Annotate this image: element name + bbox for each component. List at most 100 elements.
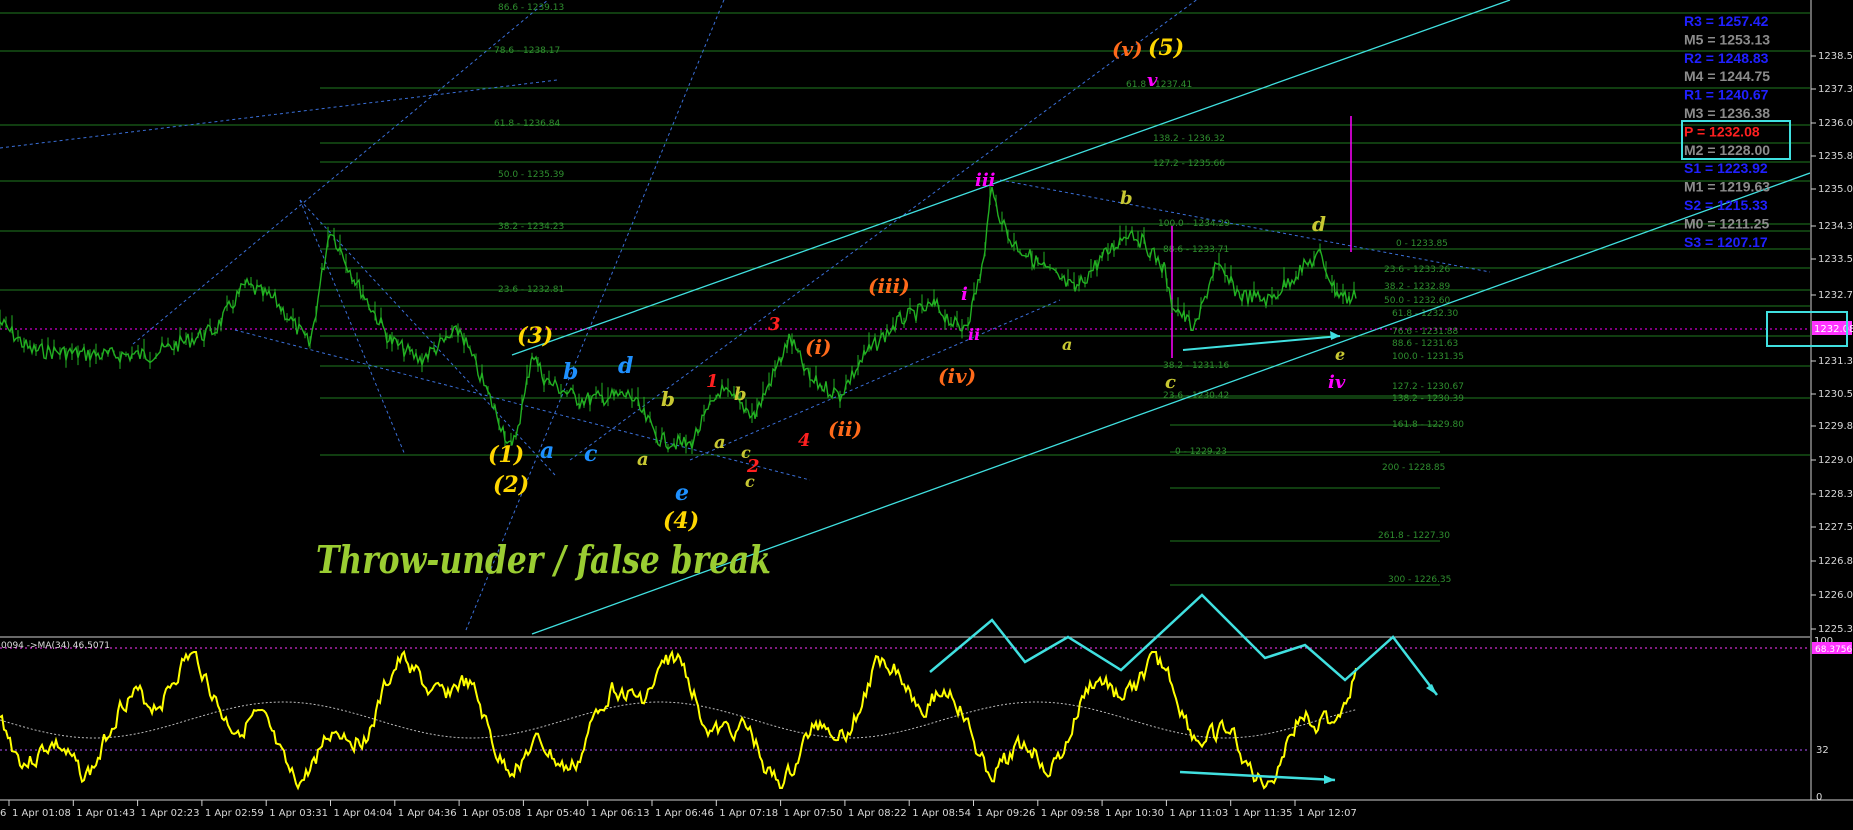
fib-label: 300 - 1226.35 [1388, 575, 1451, 585]
wave-label: a [714, 432, 726, 453]
wave-label: iii [975, 170, 996, 191]
price-tick-label: 1229.06 [1818, 455, 1853, 466]
fib-label: 0 - 1233.85 [1396, 239, 1448, 249]
price-tick-label: 1234.31 [1818, 221, 1853, 232]
fib-label: 100.0 - 1231.35 [1392, 352, 1464, 362]
pivot-level: M1 = 1219.63 [1684, 179, 1770, 195]
wave-label: (1) [488, 442, 524, 468]
pivot-level: M2 = 1228.00 [1684, 142, 1770, 158]
price-tick-label: 1229.81 [1818, 421, 1853, 432]
price-tick-label: 1230.56 [1818, 389, 1853, 400]
wave-label: e [675, 480, 689, 506]
time-tick-label: 1 Apr 08:54 [912, 808, 971, 819]
time-tick-label: 1 Apr 11:03 [1169, 808, 1228, 819]
chart-canvas[interactable]: 86.6 - 1239.13 78.6 - 1238.17 61.8 - 123… [0, 0, 1853, 830]
fib-label: 88.6 - 1231.63 [1392, 339, 1458, 349]
fib-label: 61.8 - 1232.30 [1392, 309, 1458, 319]
time-tick-label: 1 Apr 04:04 [334, 808, 393, 819]
time-tick-label: 1 Apr 02:23 [141, 808, 200, 819]
price-tick-label: 1226.81 [1818, 556, 1853, 567]
price-tick-label: 1232.75 [1818, 290, 1853, 301]
wave-label: a [637, 449, 649, 470]
time-tick-label: 1 Apr 09:58 [1041, 808, 1100, 819]
wave-label: (2) [493, 472, 529, 498]
wave-label: (i) [805, 335, 832, 359]
time-tick-label: 1 Apr 07:18 [719, 808, 778, 819]
wave-label: 3 [768, 314, 781, 335]
fib-label: 38.2 - 1234.23 [498, 222, 564, 232]
pivot-level: S2 = 1215.33 [1684, 197, 1768, 213]
fib-label: 161.8 - 1229.80 [1392, 420, 1464, 430]
fib-labels-left: 86.6 - 1239.13 78.6 - 1238.17 61.8 - 123… [494, 3, 564, 295]
indicator-line [0, 649, 1357, 791]
chart-caption: Throw-under / false break [316, 537, 771, 582]
pivot-level: R3 = 1257.42 [1684, 13, 1769, 29]
price-tick-label: 1238.58 [1818, 51, 1853, 62]
pivot-level: R2 = 1248.83 [1684, 50, 1769, 66]
wave-label: (iv) [938, 364, 976, 388]
wave-label: b [661, 387, 675, 411]
time-tick-label: 1 Apr 02:59 [205, 808, 264, 819]
wave-label: (ii) [828, 417, 862, 441]
pivot-level: M4 = 1244.75 [1684, 68, 1770, 84]
time-tick-label: 1 Apr 06:13 [591, 808, 650, 819]
pivot-level: S1 = 1223.92 [1684, 160, 1768, 176]
time-tick-label: 1 Apr 12:07 [1298, 808, 1357, 819]
indicator-level-value: 68.3756 [1815, 645, 1852, 655]
price-tick-label: 1228.31 [1818, 489, 1853, 500]
fib-label: 86.6 - 1239.13 [498, 3, 564, 13]
fib-labels-right: 0 - 1233.85 23.6 - 1233.26 38.2 - 1232.8… [1378, 239, 1464, 585]
indicator-zigzag [929, 593, 1438, 696]
wave-label: b [563, 359, 578, 385]
time-tick-label: 1 Apr 11:35 [1234, 808, 1293, 819]
wave-label: (3) [517, 323, 553, 349]
fib-label: 38.2 - 1231.16 [1163, 361, 1229, 371]
fib-label: 23.6 - 1233.26 [1384, 265, 1450, 275]
fib-label: 138.2 - 1230.39 [1392, 394, 1464, 404]
wave-label: c [1165, 372, 1176, 393]
wave-label: (iii) [868, 274, 910, 298]
time-tick-label: 1 Apr 05:40 [526, 808, 585, 819]
wave-label: 1 [706, 371, 719, 392]
price-tick-label: 1235.04 [1818, 184, 1853, 195]
wave-label: d [1312, 212, 1326, 236]
fib-label: 61.8 - 1236.84 [494, 119, 560, 129]
price-tick-label: 1227.56 [1818, 522, 1853, 533]
indicator-panel: 0094 ->MA(34) 46.5071 100 68.3756 32 0 [0, 593, 1853, 803]
price-tick-label: 1237.31 [1818, 84, 1853, 95]
time-tick-label: 1 Apr 01:08 [12, 808, 71, 819]
price-tick-label: 1231.31 [1818, 356, 1853, 367]
time-tick-label: 1 Apr 08:22 [848, 808, 907, 819]
dotted-trend-lines [0, 0, 1491, 631]
fib-label: 100.0 - 1234.29 [1158, 219, 1230, 229]
indicator-level-bottom: 0 [1816, 792, 1822, 803]
time-tick-label: 1 Apr 07:50 [784, 808, 843, 819]
fib-label: 23.6 - 1232.81 [498, 285, 564, 295]
indicator-level-mid: 32 [1816, 745, 1829, 756]
wave-label: b [1120, 188, 1133, 209]
fib-label: 61.8 - 1237.41 [1126, 80, 1192, 90]
time-tick-label: 1 Apr 03:31 [269, 808, 328, 819]
pivot-level: M5 = 1253.13 [1684, 31, 1770, 47]
wave-label: iv [1328, 372, 1346, 393]
wave-label: (4) [663, 508, 699, 534]
time-axis: 6 1 Apr 01:08 1 Apr 01:43 1 Apr 02:23 1 Apr … [0, 800, 1357, 819]
pivot-level: M3 = 1236.38 [1684, 105, 1770, 121]
pivot-level: P = 1232.08 [1684, 123, 1760, 139]
fib-label: 0 - 1229.23 [1175, 447, 1227, 457]
wave-label: d [618, 353, 633, 379]
fib-label: 50.0 - 1235.39 [498, 170, 564, 180]
wave-label: v [1147, 70, 1158, 91]
pivot-level: R1 = 1240.67 [1684, 87, 1769, 103]
wave-label: 4 [798, 430, 811, 451]
price-tick-label: 1236.04 [1818, 118, 1853, 129]
time-tick-label: 6 [0, 808, 6, 819]
time-tick-label: 1 Apr 04:36 [398, 808, 457, 819]
fib-label: 138.2 - 1236.32 [1153, 134, 1225, 144]
fib-label: 200 - 1228.85 [1382, 463, 1445, 473]
fib-label: 261.8 - 1227.30 [1378, 531, 1450, 541]
wave-label: a [540, 438, 554, 464]
wave-label: (5) [1148, 35, 1184, 61]
time-tick-label: 1 Apr 01:43 [76, 808, 135, 819]
wave-label: e [1335, 345, 1345, 364]
